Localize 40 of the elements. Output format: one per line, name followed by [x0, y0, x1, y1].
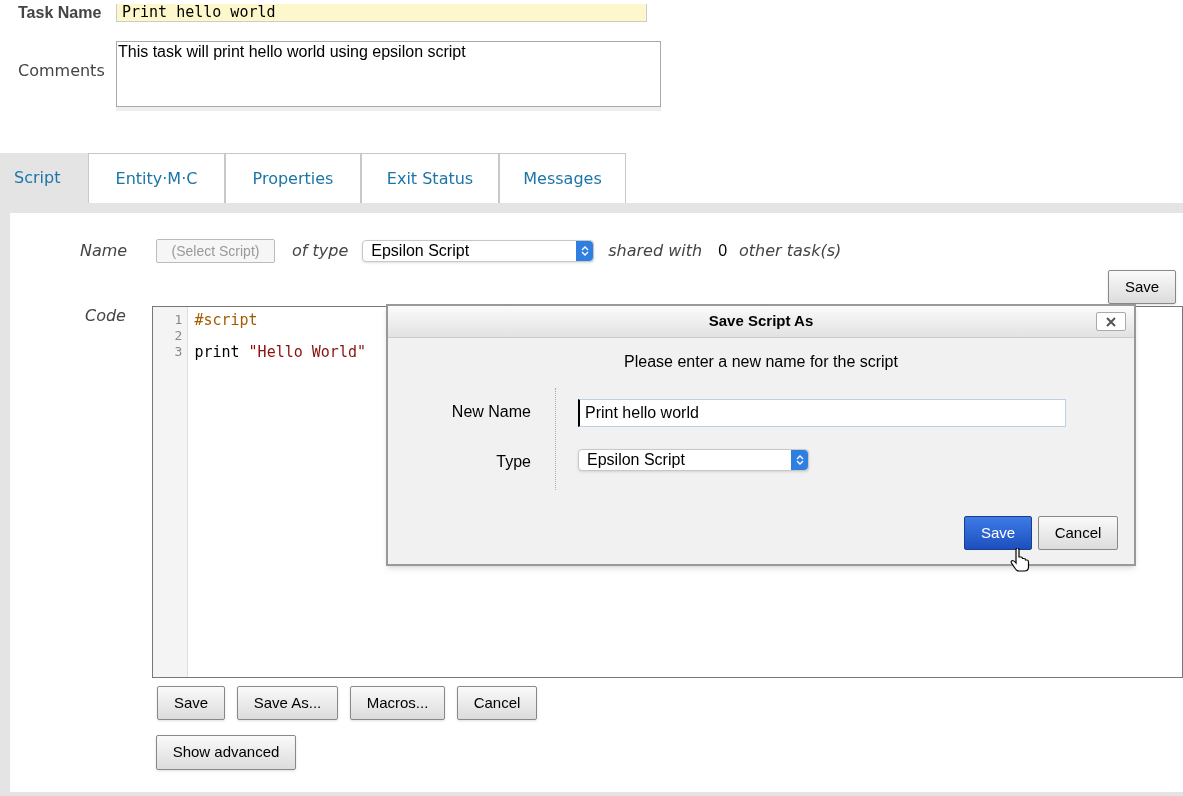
updown-arrows-icon: [791, 450, 808, 470]
hand-cursor-icon: [1010, 548, 1030, 572]
button[interactable]: Cancel: [1038, 516, 1118, 550]
button[interactable]: Macros...: [350, 686, 445, 720]
field-label: Code: [84, 305, 127, 327]
tab[interactable]: Entity·M·C: [88, 153, 225, 203]
field-label: of type: [292, 240, 349, 262]
close-button[interactable]: [1096, 312, 1126, 331]
task-name-field[interactable]: Print hello world: [116, 4, 647, 22]
new-name-field[interactable]: Print hello world: [578, 399, 1066, 427]
show-advanced-button[interactable]: Show advanced: [156, 735, 296, 770]
type-select[interactable]: Epsilon Script: [578, 449, 809, 471]
dialog-title: Save Script As: [708, 311, 814, 332]
code-text: "Hello World": [248, 344, 366, 360]
updown-arrows-icon: [576, 241, 594, 261]
button[interactable]: Save: [157, 686, 225, 720]
tab[interactable]: Properties: [225, 153, 361, 203]
close-icon: [1106, 316, 1116, 327]
code-text: #script: [194, 312, 258, 328]
button[interactable]: Save: [964, 516, 1032, 550]
tab[interactable]: Script: [0, 153, 88, 203]
field-label: other task(s): [739, 240, 842, 262]
field-label: Type: [496, 452, 531, 472]
shared-count: 0: [718, 241, 728, 261]
button[interactable]: Save As...: [237, 686, 338, 720]
line-number: 1: [173, 312, 184, 328]
code-text: print: [194, 344, 241, 360]
tab[interactable]: Messages: [499, 153, 626, 203]
field-label: shared with: [608, 240, 703, 262]
line-number: 3: [173, 344, 184, 360]
field-label: Task Name: [18, 3, 103, 23]
type-select[interactable]: Epsilon Script: [362, 240, 595, 262]
field-label: Name: [79, 240, 129, 262]
field-label: Comments: [18, 60, 106, 82]
line-number: 2: [173, 328, 184, 344]
button[interactable]: Cancel: [457, 686, 537, 720]
save-button[interactable]: Save: [1108, 270, 1176, 304]
dialog-message: Please enter a new name for the script: [624, 352, 898, 372]
field-label: New Name: [451, 402, 531, 422]
tab[interactable]: Exit Status: [361, 153, 499, 203]
